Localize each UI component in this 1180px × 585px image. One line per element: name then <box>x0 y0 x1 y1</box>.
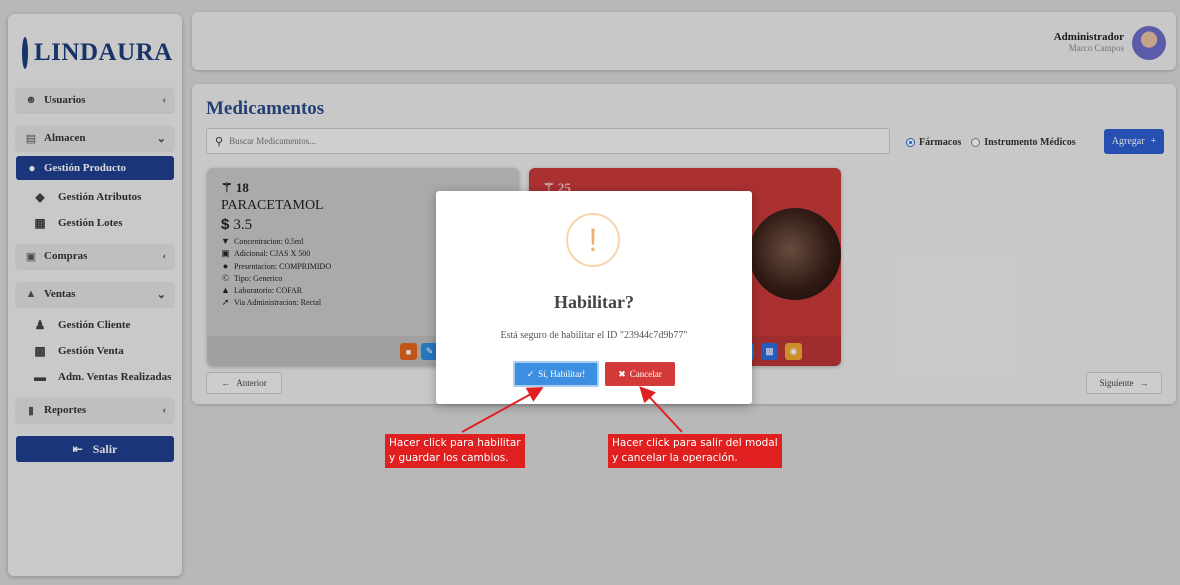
arrow-to-cancel <box>639 386 683 433</box>
annotation-cancel: Hacer click para salir del modal y cance… <box>608 434 782 468</box>
annotation-confirm-line1: Hacer click para habilitar <box>389 437 521 449</box>
annotation-confirm-line2: y guardar los cambios. <box>389 452 509 464</box>
annotation-arrows <box>461 386 683 433</box>
annotation-cancel-line1: Hacer click para salir del modal <box>612 437 778 449</box>
annotation-cancel-line2: y cancelar la operación. <box>612 452 738 464</box>
annotation-confirm: Hacer click para habilitar y guardar los… <box>385 434 525 468</box>
arrow-to-confirm <box>461 387 544 433</box>
